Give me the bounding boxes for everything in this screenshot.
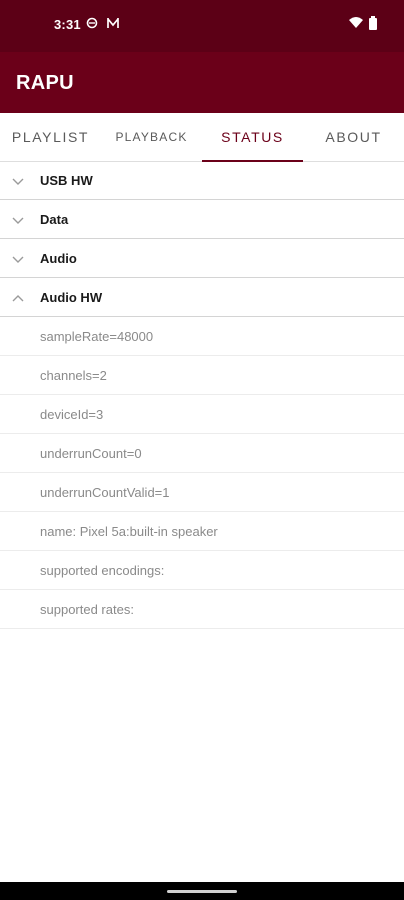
- detail-row: channels=2: [0, 356, 404, 395]
- group-label: Audio: [40, 250, 77, 266]
- status-list: USB HW Data Audio Audio HW sampleRate=48…: [0, 161, 404, 629]
- detail-row: supported rates:: [0, 590, 404, 629]
- system-status-bar: 3:31: [0, 0, 404, 52]
- detail-row: sampleRate=48000: [0, 317, 404, 356]
- tab-playback[interactable]: PLAYBACK: [101, 113, 202, 161]
- detail-text: sampleRate=48000: [40, 328, 154, 344]
- detail-row: underrunCountValid=1: [0, 473, 404, 512]
- group-label: Data: [40, 211, 69, 227]
- system-navigation-bar: [0, 882, 404, 900]
- detail-row: deviceId=3: [0, 395, 404, 434]
- detail-text: underrunCount=0: [40, 445, 142, 461]
- status-time: 3:31: [54, 17, 81, 32]
- detail-text: supported encodings:: [40, 562, 165, 578]
- detail-row: supported encodings:: [0, 551, 404, 590]
- battery-icon: [368, 15, 378, 31]
- group-audio[interactable]: Audio: [0, 239, 404, 278]
- group-audio-hw[interactable]: Audio HW: [0, 278, 404, 317]
- chevron-down-icon: [10, 212, 26, 228]
- media-notification-icon: [106, 15, 120, 31]
- group-label: USB HW: [40, 172, 93, 188]
- tab-playlist[interactable]: PLAYLIST: [0, 113, 101, 161]
- chevron-down-icon: [10, 251, 26, 267]
- tab-status[interactable]: STATUS: [202, 113, 303, 162]
- app-screen: 3:31 RAPU PLAYLIST PLAYBACK STATUS ABOUT…: [0, 0, 404, 900]
- group-usb-hw[interactable]: USB HW: [0, 161, 404, 200]
- sync-notification-icon: [86, 15, 100, 31]
- detail-row: name: Pixel 5a:built-in speaker: [0, 512, 404, 551]
- chevron-up-icon: [10, 290, 26, 306]
- group-label: Audio HW: [40, 289, 103, 305]
- wifi-icon: [348, 15, 364, 31]
- detail-text: underrunCountValid=1: [40, 484, 170, 500]
- detail-text: deviceId=3: [40, 406, 104, 422]
- tab-about[interactable]: ABOUT: [303, 113, 404, 161]
- app-bar: RAPU: [0, 52, 404, 113]
- home-gesture-handle[interactable]: [167, 890, 237, 893]
- detail-text: channels=2: [40, 367, 107, 383]
- detail-row: underrunCount=0: [0, 434, 404, 473]
- chevron-down-icon: [10, 173, 26, 189]
- app-title: RAPU: [16, 72, 74, 94]
- group-data[interactable]: Data: [0, 200, 404, 239]
- tab-bar: PLAYLIST PLAYBACK STATUS ABOUT: [0, 113, 404, 162]
- detail-text: supported rates:: [40, 601, 134, 617]
- detail-text: name: Pixel 5a:built-in speaker: [40, 523, 218, 539]
